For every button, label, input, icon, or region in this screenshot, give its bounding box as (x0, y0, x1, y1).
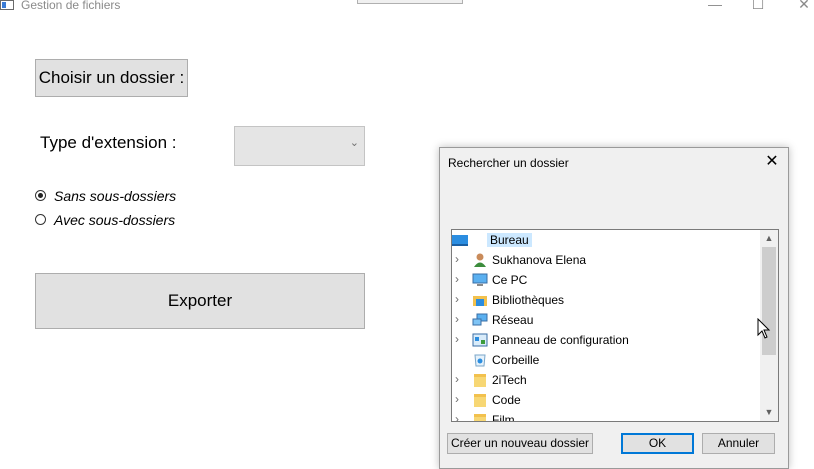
cancel-button[interactable]: Annuler (702, 433, 775, 454)
tree-item-network[interactable]: › Réseau (452, 310, 760, 330)
expand-arrow-icon[interactable]: › (455, 332, 459, 346)
tree-item-folder[interactable]: › 2iTech (452, 370, 760, 390)
chevron-down-icon: ⌄ (349, 137, 359, 149)
export-button[interactable]: Exporter (35, 273, 365, 329)
control-panel-icon (472, 333, 488, 347)
computer-icon (472, 273, 488, 286)
folder-tree[interactable]: Bureau › Sukhanova Elena › Ce PC › Bibli… (451, 229, 779, 422)
radio-without-subfolders-label: Sans sous-dossiers (54, 188, 177, 204)
recycle-bin-icon (474, 354, 486, 367)
network-icon (472, 313, 488, 326)
library-icon (473, 296, 487, 306)
tree-item-label: Bureau (487, 233, 532, 247)
scroll-up-icon[interactable]: ▲ (760, 230, 778, 246)
title-bar: Gestion de fichiers — ☐ ✕ (0, 0, 814, 14)
tree-item-label: Sukhanova Elena (492, 253, 587, 267)
radio-with-subfolders-label: Avec sous-dossiers (54, 212, 176, 228)
mouse-cursor-icon (757, 318, 771, 339)
maximize-button[interactable]: ☐ (747, 0, 769, 12)
new-folder-button[interactable]: Créer un nouveau dossier (447, 433, 593, 454)
expand-arrow-icon[interactable]: › (455, 292, 459, 306)
app-icon (0, 0, 14, 10)
extension-combobox[interactable]: ⌄ (234, 126, 365, 166)
close-button[interactable]: ✕ (793, 0, 814, 12)
scroll-down-icon[interactable]: ▼ (760, 404, 778, 420)
folder-icon (474, 374, 486, 387)
tree-item-label: 2iTech (492, 373, 527, 387)
tree-item-label: Réseau (492, 313, 534, 327)
folder-icon (474, 394, 486, 407)
expand-arrow-icon[interactable]: › (455, 312, 459, 326)
title-tab (357, 0, 463, 4)
tree-item-folder[interactable]: › Code (452, 390, 760, 410)
folder-icon (474, 414, 486, 421)
tree-item-label: Panneau de configuration (492, 333, 629, 347)
dialog-close-button[interactable]: ✕ (762, 152, 782, 172)
expand-arrow-icon[interactable]: › (455, 252, 459, 266)
browse-folder-dialog: Rechercher un dossier ✕ Bureau › Sukhano… (439, 147, 789, 469)
dialog-title: Rechercher un dossier (448, 156, 569, 170)
tree-item-user[interactable]: › Sukhanova Elena (452, 250, 760, 270)
tree-item-folder[interactable]: › Film (452, 410, 760, 422)
tree-item-libraries[interactable]: › Bibliothèques (452, 290, 760, 310)
tree-item-label: Corbeille (492, 353, 540, 367)
expand-arrow-icon[interactable]: › (455, 272, 459, 286)
tree-item-this-pc[interactable]: › Ce PC (452, 270, 760, 290)
tree-item-recycle-bin[interactable]: Corbeille (452, 350, 760, 370)
expand-arrow-icon[interactable]: › (455, 412, 459, 421)
radio-unchecked-icon (35, 214, 46, 225)
tree-item-label: Code (492, 393, 521, 407)
tree-item-bureau[interactable]: Bureau (452, 230, 760, 250)
tree-item-label: Ce PC (492, 273, 528, 287)
tree-item-control-panel[interactable]: › Panneau de configuration (452, 330, 760, 350)
desktop-icon (452, 235, 468, 246)
minimize-button[interactable]: — (704, 0, 726, 12)
ok-button[interactable]: OK (621, 433, 694, 454)
choose-folder-button[interactable]: Choisir un dossier : (35, 59, 188, 97)
tree-item-label: Film (492, 413, 515, 422)
radio-checked-icon (35, 190, 46, 201)
expand-arrow-icon[interactable]: › (455, 392, 459, 406)
user-icon (474, 253, 486, 267)
expand-arrow-icon[interactable]: › (455, 372, 459, 386)
window-title: Gestion de fichiers (21, 0, 121, 12)
extension-label: Type d'extension : (40, 133, 177, 152)
tree-item-label: Bibliothèques (492, 293, 565, 307)
